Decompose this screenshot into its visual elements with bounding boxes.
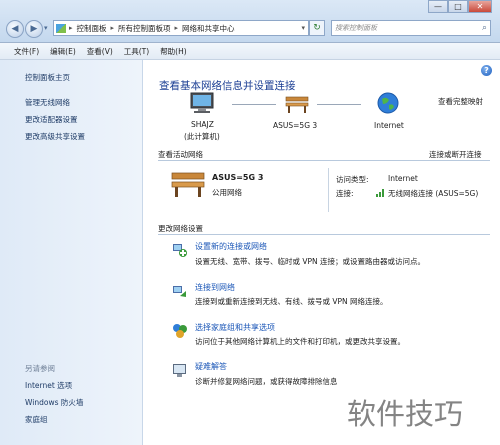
help-icon[interactable]: ? [481,65,492,76]
search-placeholder: 搜索控制面板 [335,24,377,32]
map-connector [232,104,276,105]
active-network-name: ASUS=5G 3 [212,173,264,182]
sidebar-item-manage-wireless[interactable]: 管理无线网络 [25,97,70,108]
map-computer-name: SHAJZ [191,120,214,129]
breadcrumb-network-center[interactable]: 网络和共享中心 [182,23,235,34]
access-type-value: Internet [388,174,418,183]
view-full-map-link[interactable]: 查看完整映射 [438,96,483,107]
back-arrow-icon[interactable]: ◀ [6,20,24,38]
map-network-name: ASUS=5G 3 [273,121,318,130]
recent-pages-dropdown-icon[interactable]: ▾ [44,24,48,32]
sidebar-item-home[interactable]: 控制面板主页 [25,72,70,83]
task-homegroup-link[interactable]: 选择家庭组和共享选项 [195,322,275,333]
task-homegroup-desc: 访问位于其他网络计算机上的文件和打印机，或更改共享设置。 [195,337,405,346]
see-also-header: 另请参阅 [25,364,55,373]
troubleshoot-icon [173,364,186,377]
close-button[interactable]: ✕ [468,0,492,13]
control-panel-icon [56,23,66,33]
connection-value-link[interactable]: 无线网络连接 (ASUS=5G) [388,188,478,199]
connect-disconnect-link[interactable]: 连接或断开连接 [429,149,482,160]
divider [158,160,490,161]
breadcrumb-separator-icon: ▸ [69,24,73,32]
menu-tools[interactable]: 工具(T) [124,46,149,57]
bench-network-icon [285,96,309,113]
breadcrumb-separator-icon: ▸ [110,24,115,32]
sidebar-item-homegroup[interactable]: 家庭组 [25,414,48,425]
page-title: 查看基本网络信息并设置连接 [159,80,296,92]
active-networks-header: 查看活动网络 [158,150,203,159]
sidebar-item-adapter-settings[interactable]: 更改适配器设置 [25,114,78,125]
wifi-signal-icon [376,189,384,197]
address-dropdown-icon[interactable]: ▾ [301,24,305,32]
map-connector [317,104,361,105]
menu-file[interactable]: 文件(F) [14,46,39,57]
breadcrumb-control-panel[interactable]: 控制面板 [77,23,107,34]
menu-edit[interactable]: 编辑(E) [50,46,76,57]
map-computer-sub: (此计算机) [184,132,220,141]
minimize-button[interactable]: — [428,0,448,13]
bench-network-icon [171,172,205,197]
watermark: 软件技巧 [347,397,464,431]
connect-network-icon [173,286,186,297]
menu-help[interactable]: 帮助(H) [160,46,187,57]
menu-bar: 文件(F) 编辑(E) 查看(V) 工具(T) 帮助(H) [0,43,500,60]
search-icon[interactable]: ⌕ [482,23,487,33]
task-troubleshoot-desc: 诊断并修复网络问题，或获得故障排除信息 [195,377,338,386]
computer-icon [190,92,214,113]
task-connect-network-link[interactable]: 连接到网络 [195,282,235,293]
homegroup-icon [173,324,187,338]
refresh-icon[interactable]: ↻ [309,20,325,36]
map-internet-label: Internet [374,121,404,130]
divider [328,168,329,212]
task-troubleshoot-link[interactable]: 疑难解答 [195,361,227,372]
menu-view[interactable]: 查看(V) [87,46,113,57]
change-settings-header: 更改网络设置 [158,224,203,233]
breadcrumb-separator-icon: ▸ [174,24,179,32]
sidebar-item-firewall[interactable]: Windows 防火墙 [25,397,83,408]
active-network-type-link[interactable]: 公用网络 [212,187,242,198]
sidebar-item-internet-options[interactable]: Internet 选项 [25,380,72,391]
new-connection-icon [173,244,187,257]
forward-arrow-icon[interactable]: ▶ [25,20,43,38]
window-controls: — □ ✕ [428,0,492,14]
task-setup-connection-link[interactable]: 设置新的连接或网络 [195,241,267,252]
divider [158,234,490,235]
connection-label: 连接: [336,189,354,198]
sidebar-item-advanced-sharing[interactable]: 更改高级共享设置 [25,131,85,142]
access-type-label: 访问类型: [336,175,369,184]
globe-icon [377,92,399,114]
maximize-button[interactable]: □ [448,0,468,13]
breadcrumb-all-items[interactable]: 所有控制面板项 [118,23,171,34]
address-bar[interactable]: ▸ 控制面板 ▸ 所有控制面板项 ▸ 网络和共享中心 ▾ [53,20,309,36]
search-input[interactable]: 搜索控制面板 ⌕ [331,20,491,36]
task-connect-network-desc: 连接到或重新连接到无线、有线、拨号或 VPN 网络连接。 [195,297,388,306]
task-setup-connection-desc: 设置无线、宽带、拨号、临时或 VPN 连接；或设置路由器或访问点。 [195,257,426,266]
